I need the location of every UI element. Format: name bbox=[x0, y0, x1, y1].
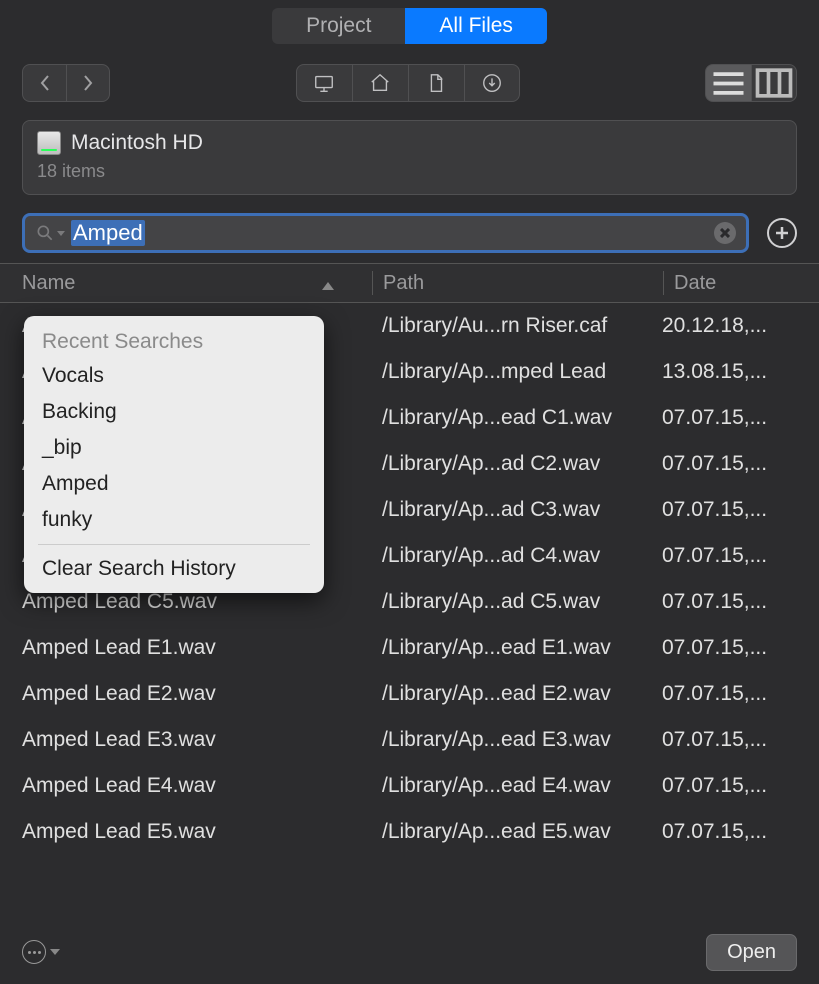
back-button[interactable] bbox=[22, 64, 66, 102]
file-date: 13.08.15,... bbox=[642, 360, 797, 384]
documents-location-button[interactable] bbox=[408, 64, 464, 102]
search-input[interactable]: Amped bbox=[71, 220, 145, 246]
home-icon bbox=[369, 72, 391, 94]
item-count: 18 items bbox=[37, 161, 782, 182]
plus-icon bbox=[775, 226, 789, 240]
scope-tabs: Project All Files bbox=[0, 0, 819, 50]
file-row[interactable]: Amped Lead E5.wav /Library/Ap...ead E5.w… bbox=[22, 809, 797, 855]
tab-project[interactable]: Project bbox=[272, 8, 405, 44]
file-date: 07.07.15,... bbox=[642, 636, 797, 660]
computer-location-button[interactable] bbox=[296, 64, 352, 102]
list-view-button[interactable] bbox=[705, 64, 751, 102]
file-path: /Library/Ap...ad C3.wav bbox=[362, 498, 642, 522]
ellipsis-icon bbox=[22, 940, 46, 964]
recent-search-item[interactable]: Vocals bbox=[24, 358, 324, 394]
file-date: 07.07.15,... bbox=[642, 590, 797, 614]
file-path: /Library/Ap...ead E5.wav bbox=[362, 820, 642, 844]
table-header: Name Path Date bbox=[0, 263, 819, 303]
file-path: /Library/Au...rn Riser.caf bbox=[362, 314, 642, 338]
tab-all-files[interactable]: All Files bbox=[405, 8, 547, 44]
open-button[interactable]: Open bbox=[706, 934, 797, 971]
file-date: 20.12.18,... bbox=[642, 314, 797, 338]
file-row[interactable]: Amped Lead E1.wav /Library/Ap...ead E1.w… bbox=[22, 625, 797, 671]
location-box: Macintosh HD 18 items bbox=[22, 120, 797, 195]
forward-button[interactable] bbox=[66, 64, 110, 102]
chevron-right-icon bbox=[81, 75, 95, 91]
sort-ascending-icon bbox=[322, 282, 334, 290]
columns-icon bbox=[752, 61, 796, 105]
file-date: 07.07.15,... bbox=[642, 820, 797, 844]
drive-name: Macintosh HD bbox=[71, 131, 203, 155]
file-name: Amped Lead C5.wav bbox=[22, 590, 362, 614]
search-field[interactable]: Amped bbox=[22, 213, 749, 253]
list-icon bbox=[706, 61, 751, 106]
file-path: /Library/Ap...ead E2.wav bbox=[362, 682, 642, 706]
file-name: Amped Lead E2.wav bbox=[22, 682, 362, 706]
footer: Open bbox=[0, 928, 819, 976]
recent-searches-popover: Recent Searches VocalsBacking_bipAmpedfu… bbox=[24, 316, 324, 593]
file-date: 07.07.15,... bbox=[642, 406, 797, 430]
file-date: 07.07.15,... bbox=[642, 498, 797, 522]
clear-search-history[interactable]: Clear Search History bbox=[24, 551, 324, 587]
file-path: /Library/Ap...mped Lead bbox=[362, 360, 642, 384]
file-name: Amped Lead E5.wav bbox=[22, 820, 362, 844]
file-date: 07.07.15,... bbox=[642, 682, 797, 706]
file-path: /Library/Ap...ead E4.wav bbox=[362, 774, 642, 798]
recent-search-item[interactable]: Amped bbox=[24, 466, 324, 502]
column-date[interactable]: Date bbox=[674, 272, 797, 295]
file-date: 07.07.15,... bbox=[642, 728, 797, 752]
chevron-left-icon bbox=[38, 75, 52, 91]
drive-icon bbox=[37, 131, 61, 155]
file-name: Amped Lead E1.wav bbox=[22, 636, 362, 660]
file-name: Amped Lead E4.wav bbox=[22, 774, 362, 798]
file-date: 07.07.15,... bbox=[642, 774, 797, 798]
more-actions-button[interactable] bbox=[22, 940, 60, 964]
search-icon bbox=[35, 223, 55, 243]
file-path: /Library/Ap...ad C4.wav bbox=[362, 544, 642, 568]
file-path: /Library/Ap...ead C1.wav bbox=[362, 406, 642, 430]
display-icon bbox=[313, 72, 335, 94]
column-view-button[interactable] bbox=[751, 64, 797, 102]
add-button[interactable] bbox=[767, 218, 797, 248]
file-row[interactable]: Amped Lead E3.wav /Library/Ap...ead E3.w… bbox=[22, 717, 797, 763]
recent-search-item[interactable]: Backing bbox=[24, 394, 324, 430]
popover-header: Recent Searches bbox=[24, 322, 324, 358]
toolbar bbox=[0, 50, 819, 112]
file-date: 07.07.15,... bbox=[642, 452, 797, 476]
file-name: Amped Lead E3.wav bbox=[22, 728, 362, 752]
download-icon bbox=[481, 72, 503, 94]
column-name[interactable]: Name bbox=[22, 272, 362, 295]
recent-search-item[interactable]: _bip bbox=[24, 430, 324, 466]
chevron-down-icon bbox=[57, 231, 65, 236]
file-row[interactable]: Amped Lead E2.wav /Library/Ap...ead E2.w… bbox=[22, 671, 797, 717]
file-path: /Library/Ap...ead E1.wav bbox=[362, 636, 642, 660]
file-row[interactable]: Amped Lead E4.wav /Library/Ap...ead E4.w… bbox=[22, 763, 797, 809]
search-menu-button[interactable] bbox=[35, 223, 65, 243]
document-icon bbox=[425, 72, 447, 94]
column-path[interactable]: Path bbox=[383, 272, 653, 295]
file-date: 07.07.15,... bbox=[642, 544, 797, 568]
clear-search-button[interactable] bbox=[714, 222, 736, 244]
home-location-button[interactable] bbox=[352, 64, 408, 102]
recent-search-item[interactable]: funky bbox=[24, 502, 324, 538]
file-path: /Library/Ap...ad C5.wav bbox=[362, 590, 642, 614]
close-icon bbox=[720, 228, 730, 238]
chevron-down-icon bbox=[50, 949, 60, 955]
downloads-location-button[interactable] bbox=[464, 64, 520, 102]
file-path: /Library/Ap...ead E3.wav bbox=[362, 728, 642, 752]
file-path: /Library/Ap...ad C2.wav bbox=[362, 452, 642, 476]
